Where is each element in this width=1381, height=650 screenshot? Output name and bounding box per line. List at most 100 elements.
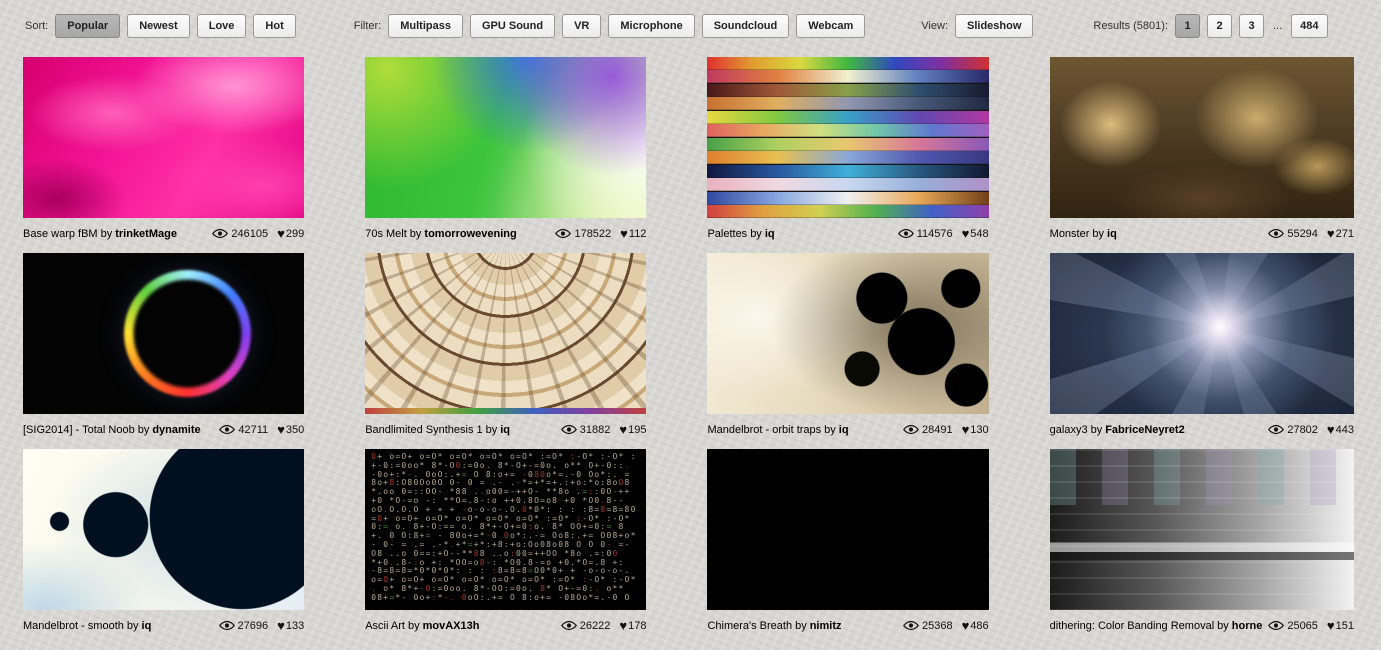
eye-icon — [898, 228, 914, 239]
shader-stats: 42711 ♥ 350 — [219, 423, 304, 436]
shader-title-link[interactable]: galaxy3 — [1050, 424, 1088, 436]
shader-card: Mandelbrot - orbit trapsbyiq 28491 ♥ 130 — [707, 253, 988, 440]
eye-icon — [1268, 620, 1284, 631]
likes-count: 299 — [286, 228, 304, 240]
shader-thumbnail[interactable] — [23, 253, 304, 414]
page-button-3[interactable]: 3 — [1239, 14, 1264, 38]
sort-button-group: Popular Newest LoveHot — [55, 14, 296, 38]
shader-caption: Bandlimited Synthesis 1byiq 31882 ♥ 195 — [365, 414, 646, 440]
shader-author-link[interactable]: iq — [839, 424, 849, 436]
sort-button-hot[interactable]: Hot — [253, 14, 295, 38]
shader-caption-text: 70s Meltbytomorrowevening — [365, 228, 517, 240]
shader-author-link[interactable]: iq — [500, 424, 510, 436]
shader-title-link[interactable]: Bandlimited Synthesis 1 — [365, 424, 482, 436]
view-button-group: Slideshow — [955, 14, 1033, 38]
slideshow-button[interactable]: Slideshow — [955, 14, 1033, 38]
shader-title-link[interactable]: [SIG2014] - Total Noob — [23, 424, 135, 436]
shader-title-link[interactable]: Ascii Art — [365, 620, 405, 632]
shader-caption-text: Ascii ArtbymovAX13h — [365, 620, 479, 632]
shader-title-link[interactable]: 70s Melt — [365, 228, 407, 240]
shader-card: galaxy3byFabriceNeyret2 27802 ♥ 443 — [1050, 253, 1354, 440]
shader-card: Palettesbyiq 114576 ♥ 548 — [707, 57, 988, 244]
shader-caption: galaxy3byFabriceNeyret2 27802 ♥ 443 — [1050, 414, 1354, 440]
shader-card: Chimera's Breathbynimitz 25368 ♥ 486 — [707, 449, 988, 636]
shader-title-link[interactable]: Mandelbrot - orbit traps — [707, 424, 821, 436]
shader-caption: Ascii ArtbymovAX13h 26222 ♥ 178 — [365, 610, 646, 636]
filter-button-webcam[interactable]: Webcam — [796, 14, 865, 38]
filter-button-soundcloud[interactable]: Soundcloud — [702, 14, 790, 38]
likes-count: 112 — [629, 228, 647, 240]
shader-thumbnail[interactable] — [365, 57, 646, 218]
shader-caption: dithering: Color Banding Removalbyhorne … — [1050, 610, 1354, 636]
sort-button-popular[interactable]: Popular — [55, 14, 120, 38]
shader-title-link[interactable]: dithering: Color Banding Removal — [1050, 620, 1214, 632]
pagination: 123...484 — [1175, 14, 1328, 38]
shader-caption: Base warp fBMbytrinketMage 246105 ♥ 299 — [23, 218, 304, 244]
shader-caption: [SIG2014] - Total Noobbydynamite 42711 ♥… — [23, 414, 304, 440]
heart-icon: ♥ — [962, 227, 970, 240]
shader-title-link[interactable]: Chimera's Breath — [707, 620, 792, 632]
likes-count: 443 — [1336, 424, 1354, 436]
heart-icon: ♥ — [619, 619, 627, 632]
shader-title-link[interactable]: Mandelbrot - smooth — [23, 620, 124, 632]
page-button-484[interactable]: 484 — [1291, 14, 1327, 38]
shader-author-link[interactable]: tomorrowevening — [424, 228, 516, 240]
shader-author-link[interactable]: movAX13h — [423, 620, 480, 632]
filter-button-vr[interactable]: VR — [562, 14, 601, 38]
shader-caption-text: Mandelbrot - smoothbyiq — [23, 620, 151, 632]
shader-caption: Mandelbrot - orbit trapsbyiq 28491 ♥ 130 — [707, 414, 988, 440]
shader-thumbnail[interactable] — [1050, 57, 1354, 218]
shader-thumbnail[interactable] — [707, 449, 988, 610]
eye-icon — [219, 424, 235, 435]
shader-thumbnail[interactable] — [365, 253, 646, 414]
likes-count: 271 — [1336, 228, 1354, 240]
views-count: 25065 — [1287, 620, 1318, 632]
eye-icon — [903, 620, 919, 631]
page-button-1[interactable]: 1 — [1175, 14, 1200, 38]
shader-author-link[interactable]: FabriceNeyret2 — [1105, 424, 1185, 436]
sort-label: Sort: — [25, 20, 48, 32]
by-text: by — [1217, 620, 1229, 632]
page-button-2[interactable]: 2 — [1207, 14, 1232, 38]
shader-stats: 27802 ♥ 443 — [1268, 423, 1354, 436]
shader-card: dithering: Color Banding Removalbyhorne … — [1050, 449, 1354, 636]
filter-button-gpu-sound[interactable]: GPU Sound — [470, 14, 555, 38]
shader-stats: 114576 ♥ 548 — [898, 227, 989, 240]
shader-card: 0+ o=O+ o=O* o=O* o=O* o=O* :=O* :-O* :-… — [365, 449, 646, 636]
filter-button-multipass[interactable]: Multipass — [388, 14, 463, 38]
sort-button-love[interactable]: Love — [197, 14, 247, 38]
views-count: 55294 — [1287, 228, 1318, 240]
by-text: by — [408, 620, 420, 632]
shader-title-link[interactable]: Monster — [1050, 228, 1090, 240]
shader-author-link[interactable]: dynamite — [152, 424, 200, 436]
shader-author-link[interactable]: iq — [765, 228, 775, 240]
shader-author-link[interactable]: nimitz — [810, 620, 842, 632]
shader-caption: Monsterbyiq 55294 ♥ 271 — [1050, 218, 1354, 244]
sort-button-newest[interactable]: Newest — [127, 14, 190, 38]
filter-button-microphone[interactable]: Microphone — [608, 14, 694, 38]
views-count: 26222 — [580, 620, 611, 632]
by-text: by — [824, 424, 836, 436]
shader-author-link[interactable]: iq — [142, 620, 152, 632]
shader-thumbnail[interactable] — [1050, 253, 1354, 414]
shader-thumbnail[interactable]: 0+ o=O+ o=O* o=O* o=O* o=O* :=O* :-O* :-… — [365, 449, 646, 610]
shader-thumbnail[interactable] — [707, 57, 988, 218]
shader-author-link[interactable]: iq — [1107, 228, 1117, 240]
shader-thumbnail[interactable] — [707, 253, 988, 414]
shader-author-link[interactable]: horne — [1232, 620, 1263, 632]
shader-thumbnail[interactable] — [1050, 449, 1354, 610]
by-text: by — [138, 424, 150, 436]
shader-caption-text: [SIG2014] - Total Noobbydynamite — [23, 424, 201, 436]
eye-icon — [219, 620, 235, 631]
shader-title-link[interactable]: Palettes — [707, 228, 747, 240]
heart-icon: ♥ — [1327, 423, 1335, 436]
shader-thumbnail[interactable] — [23, 449, 304, 610]
shader-thumbnail[interactable] — [23, 57, 304, 218]
views-count: 27802 — [1287, 424, 1318, 436]
shader-stats: 25368 ♥ 486 — [903, 619, 989, 632]
by-text: by — [1092, 228, 1104, 240]
results-label: Results (5801): — [1093, 20, 1168, 32]
shader-author-link[interactable]: trinketMage — [115, 228, 177, 240]
shader-title-link[interactable]: Base warp fBM — [23, 228, 98, 240]
shader-card: 70s Meltbytomorrowevening 178522 ♥ 112 — [365, 57, 646, 244]
